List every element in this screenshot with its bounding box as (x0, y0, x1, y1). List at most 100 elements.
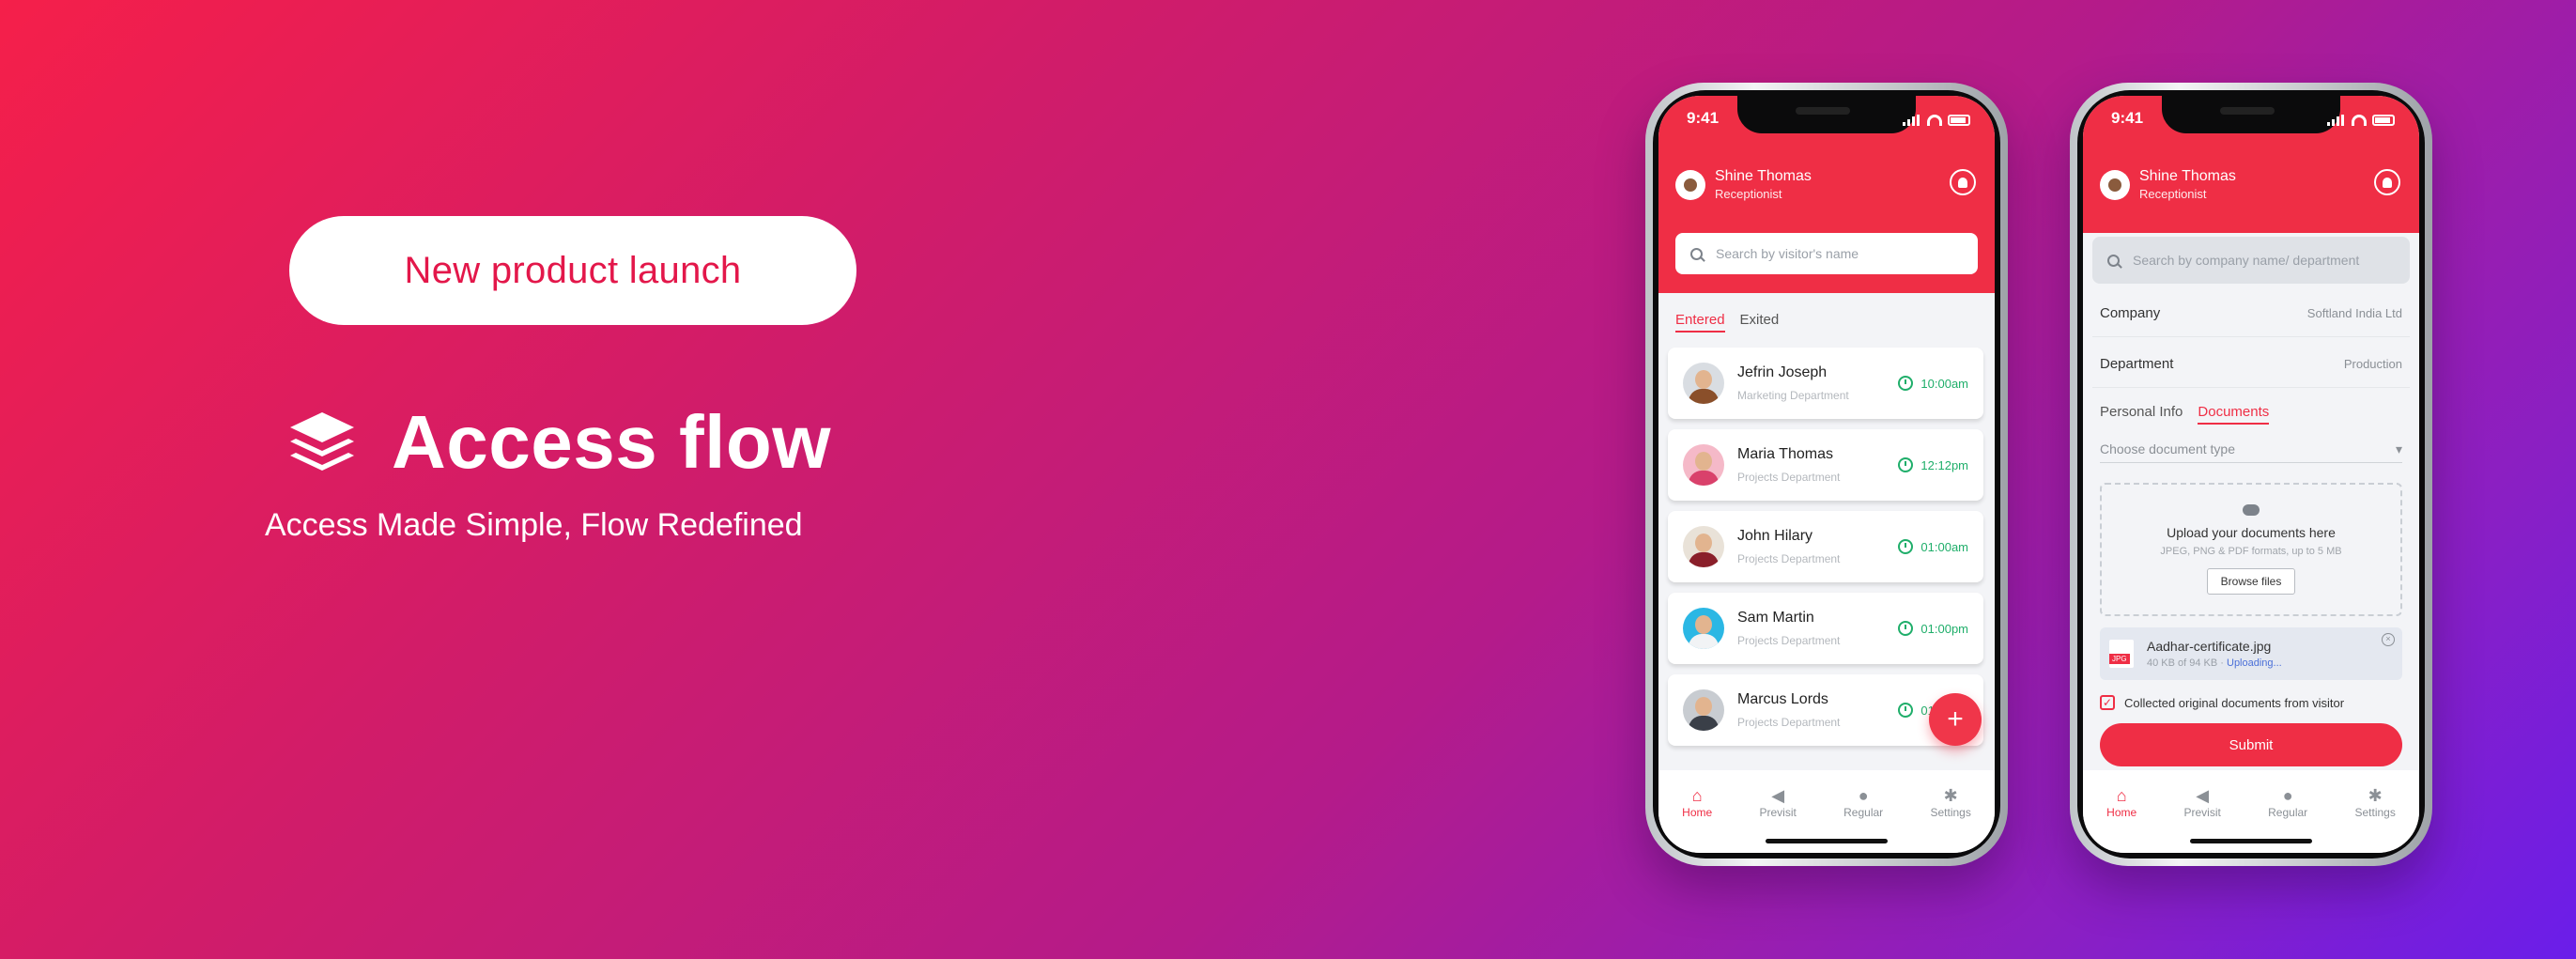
bottom-nav: ⌂ Home ◀ Previsit ● Regular ✱ Settings (2083, 770, 2419, 853)
user-profile[interactable]: Shine Thomas Receptionist (2100, 167, 2236, 203)
documents-collected-checkbox[interactable]: ✓ Collected original documents from visi… (2100, 691, 2402, 714)
clock-icon (1898, 703, 1914, 718)
nav-label: Home (2106, 806, 2137, 819)
visitor-name: John Hilary (1737, 528, 1813, 544)
add-visitor-button[interactable]: + (1929, 693, 1982, 746)
search-input[interactable]: Search by visitor's name (1675, 233, 1978, 274)
visitor-dept: Projects Department (1737, 634, 1841, 647)
avatar (1683, 363, 1724, 404)
users-icon: ● (2282, 786, 2293, 805)
layers-icon (290, 412, 354, 471)
file-jpg-icon: JPG (2109, 640, 2134, 668)
notification-icon[interactable] (1950, 169, 1976, 195)
company-label: Company (2100, 304, 2161, 321)
avatar (1683, 526, 1724, 567)
tab-personal-info[interactable]: Personal Info (2100, 404, 2183, 425)
bottom-nav: ⌂ Home ◀ Previsit ● Regular ✱ Settings (1658, 770, 1995, 853)
status-bar: 9:41 (1687, 109, 1970, 131)
gear-icon: ✱ (1943, 786, 1958, 805)
launch-badge: New product launch (289, 216, 856, 325)
user-role: Receptionist (1715, 187, 1782, 201)
clock-icon (1898, 539, 1914, 554)
checkbox-checked-icon: ✓ (2100, 695, 2115, 710)
clock-icon (1898, 457, 1914, 472)
uploading-file: JPG Aadhar-certificate.jpg 40 KB of 94 K… (2100, 627, 2402, 680)
file-type-badge: JPG (2109, 654, 2130, 664)
search-icon (1690, 247, 1703, 260)
visitor-card[interactable]: Jefrin Joseph Marketing Department 10:00a… (1668, 348, 1983, 419)
visitor-name: Marcus Lords (1737, 691, 1828, 707)
tab-exited[interactable]: Exited (1740, 312, 1780, 333)
nav-settings[interactable]: ✱ Settings (2354, 785, 2395, 853)
visitor-card[interactable]: Maria Thomas Projects Department 12:12pm (1668, 429, 1983, 501)
notification-icon[interactable] (2374, 169, 2400, 195)
visitor-name: Sam Martin (1737, 610, 1814, 626)
phone-visitors: 9:41 Shine Thomas Receptionist Search by… (1645, 83, 2008, 866)
visitor-card[interactable]: Sam Martin Projects Department 01:00pm (1668, 593, 1983, 664)
avatar (1675, 170, 1705, 200)
company-value: Softland India Ltd (2306, 305, 2402, 320)
tab-entered[interactable]: Entered (1675, 312, 1725, 333)
department-value: Production (2343, 356, 2402, 371)
document-type-placeholder: Choose document type (2100, 441, 2235, 456)
visitor-dept: Projects Department (1737, 471, 1841, 484)
avatar (1683, 689, 1724, 731)
chevron-down-icon: ▾ (2395, 441, 2402, 456)
user-profile[interactable]: Shine Thomas Receptionist (1675, 167, 1812, 203)
wifi-icon (2352, 115, 2367, 126)
department-row: Department Production (2092, 340, 2410, 388)
status-time: 9:41 (1687, 109, 1720, 127)
visitor-name: Jefrin Joseph (1737, 364, 1828, 380)
search-input[interactable]: Search by company name/ department (2092, 237, 2410, 284)
clock-icon (1898, 621, 1914, 636)
user-name: Shine Thomas (1715, 168, 1812, 184)
home-indicator (1766, 839, 1888, 843)
close-icon[interactable]: × (2382, 633, 2395, 646)
nav-label: Regular (2268, 806, 2308, 819)
clock-icon (1898, 376, 1914, 391)
battery-icon (1948, 115, 1970, 126)
visitor-name: Maria Thomas (1737, 446, 1833, 462)
home-icon: ⌂ (1691, 786, 1703, 805)
submit-button[interactable]: Submit (2100, 723, 2402, 766)
visitor-tabs: Entered Exited (1675, 312, 1779, 333)
document-type-select[interactable]: Choose document type ▾ (2100, 436, 2402, 463)
launch-badge-label: New product launch (404, 249, 742, 291)
visitor-dept: Projects Department (1737, 552, 1841, 565)
phone-documents: 9:41 Shine Thomas Receptionist Search by… (2070, 83, 2432, 866)
search-placeholder: Search by company name/ department (2133, 253, 2360, 268)
department-label: Department (2100, 355, 2174, 372)
visitor-dept: Projects Department (1737, 716, 1841, 729)
submit-label: Submit (2229, 736, 2274, 753)
search-placeholder: Search by visitor's name (1716, 246, 1859, 261)
visitors-screen: 9:41 Shine Thomas Receptionist Search by… (1658, 96, 1995, 853)
signal-icon (1903, 115, 1921, 126)
cloud-upload-icon (2243, 504, 2260, 516)
brand-name: Access flow (392, 400, 831, 484)
avatar (1683, 608, 1724, 649)
visitor-card[interactable]: John Hilary Projects Department 01:00am (1668, 511, 1983, 582)
upload-title: Upload your documents here (2167, 525, 2336, 540)
home-indicator (2190, 839, 2312, 843)
nav-label: Home (1682, 806, 1713, 819)
home-icon: ⌂ (2116, 786, 2127, 805)
upload-dropzone[interactable]: Upload your documents here JPEG, PNG & P… (2100, 483, 2402, 616)
plus-icon: + (1947, 704, 1964, 735)
nav-home[interactable]: ⌂ Home (2106, 785, 2136, 853)
brand: Access flow (286, 399, 831, 486)
file-size: 40 KB of 94 KB (2147, 657, 2218, 669)
nav-home[interactable]: ⌂ Home (1682, 785, 1712, 853)
search-icon (2107, 254, 2120, 267)
megaphone-icon: ◀ (2196, 786, 2210, 805)
nav-label: Regular (1843, 806, 1884, 819)
nav-label: Previsit (2183, 806, 2221, 819)
visitor-time: 10:00am (1920, 376, 1968, 391)
file-name: Aadhar-certificate.jpg (2147, 639, 2272, 654)
status-time: 9:41 (2111, 109, 2144, 127)
file-status: Uploading... (2227, 657, 2282, 669)
battery-icon (2372, 115, 2395, 126)
browse-files-button[interactable]: Browse files (2206, 568, 2296, 595)
tab-documents[interactable]: Documents (2198, 404, 2270, 425)
users-icon: ● (1858, 786, 1869, 805)
nav-settings[interactable]: ✱ Settings (1930, 785, 1970, 853)
